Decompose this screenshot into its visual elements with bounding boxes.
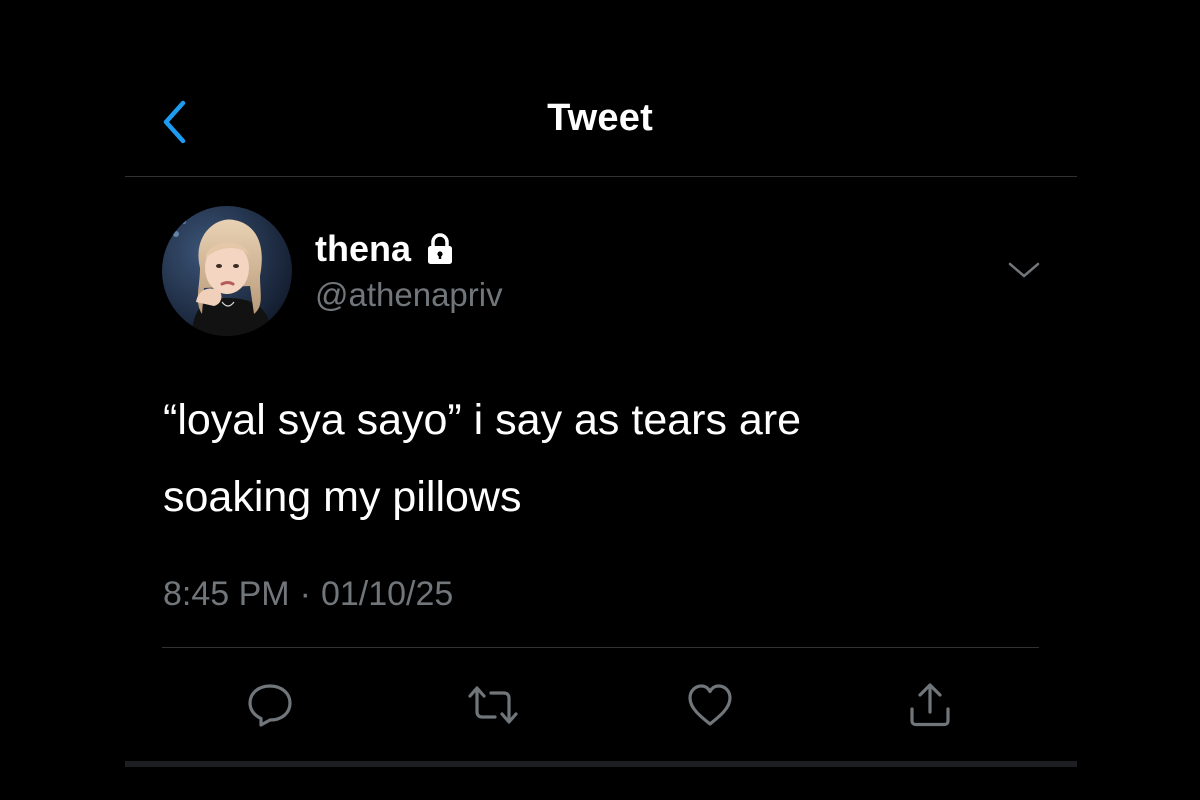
author-handle[interactable]: @athenapriv <box>315 276 503 314</box>
tweet-time[interactable]: 8:45 PM <box>163 575 290 613</box>
tweet-text-line: soaking my pillows <box>163 473 522 521</box>
actions-divider <box>162 647 1039 648</box>
tweet-date[interactable]: 01/10/25 <box>321 575 453 613</box>
avatar-photo <box>162 206 292 336</box>
meta-separator: · <box>299 575 311 613</box>
tweet-timestamp: 8:45 PM · 01/10/25 <box>163 575 453 614</box>
tweet-text: “loyal sya sayo” i say as tears are soak… <box>163 382 1043 536</box>
like-button[interactable] <box>682 677 738 733</box>
speech-bubble-icon <box>248 684 292 727</box>
share-icon <box>910 683 950 727</box>
tweet-text-line: “loyal sya sayo” i say as tears are <box>163 396 802 444</box>
lock-icon <box>425 233 455 265</box>
share-button[interactable] <box>902 677 958 733</box>
page-title: Tweet <box>547 97 653 139</box>
author-name-row: thena <box>315 226 455 272</box>
display-name[interactable]: thena <box>315 228 411 270</box>
retweet-button[interactable] <box>465 677 521 733</box>
retweet-icon <box>468 686 518 724</box>
reply-button[interactable] <box>242 677 298 733</box>
bottom-divider <box>125 761 1077 767</box>
tweet-menu-button[interactable] <box>1004 254 1044 286</box>
chevron-down-icon <box>1008 262 1040 278</box>
avatar[interactable] <box>162 206 292 336</box>
header-divider <box>125 176 1077 177</box>
heart-icon <box>688 684 732 726</box>
